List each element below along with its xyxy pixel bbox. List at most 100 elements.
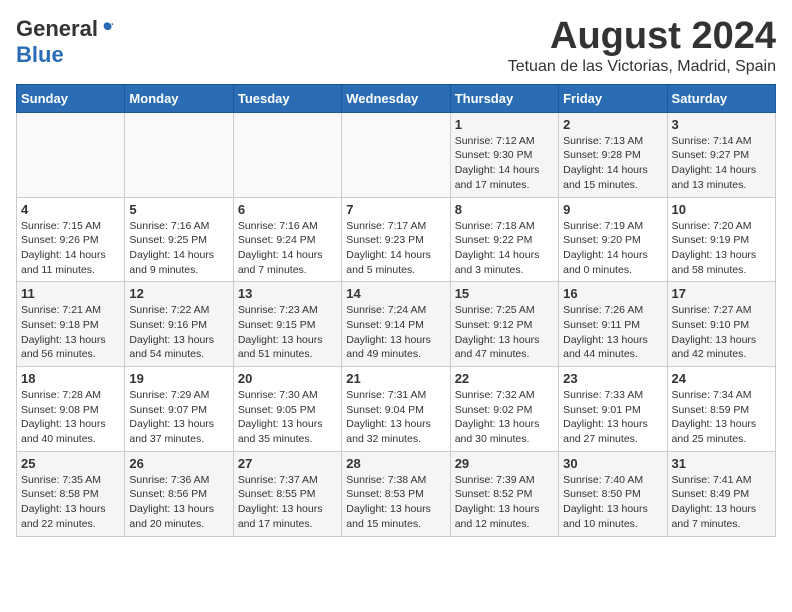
calendar-cell [17,112,125,197]
day-info: Sunrise: 7:26 AM Sunset: 9:11 PM Dayligh… [563,303,662,362]
day-number: 18 [21,371,120,386]
calendar-cell: 9 Sunrise: 7:19 AM Sunset: 9:20 PM Daylig… [559,197,667,282]
calendar-cell: 24 Sunrise: 7:34 AM Sunset: 8:59 PM Dayli… [667,367,775,452]
calendar-cell: 7 Sunrise: 7:17 AM Sunset: 9:23 PM Daylig… [342,197,450,282]
calendar-cell: 26 Sunrise: 7:36 AM Sunset: 8:56 PM Dayli… [125,451,233,536]
day-info: Sunrise: 7:33 AM Sunset: 9:01 PM Dayligh… [563,388,662,447]
day-number: 16 [563,286,662,301]
title-block: August 2024 Tetuan de las Victorias, Mad… [508,16,776,76]
day-info: Sunrise: 7:31 AM Sunset: 9:04 PM Dayligh… [346,388,445,447]
day-number: 22 [455,371,554,386]
calendar-cell: 22 Sunrise: 7:32 AM Sunset: 9:02 PM Dayli… [450,367,558,452]
day-info: Sunrise: 7:17 AM Sunset: 9:23 PM Dayligh… [346,219,445,278]
calendar-cell: 3 Sunrise: 7:14 AM Sunset: 9:27 PM Daylig… [667,112,775,197]
day-info: Sunrise: 7:21 AM Sunset: 9:18 PM Dayligh… [21,303,120,362]
day-info: Sunrise: 7:27 AM Sunset: 9:10 PM Dayligh… [672,303,771,362]
day-info: Sunrise: 7:38 AM Sunset: 8:53 PM Dayligh… [346,473,445,532]
day-number: 4 [21,202,120,217]
day-number: 7 [346,202,445,217]
calendar-cell: 27 Sunrise: 7:37 AM Sunset: 8:55 PM Dayli… [233,451,341,536]
weekday-header-thursday: Thursday [450,84,558,112]
day-info: Sunrise: 7:16 AM Sunset: 9:25 PM Dayligh… [129,219,228,278]
day-info: Sunrise: 7:37 AM Sunset: 8:55 PM Dayligh… [238,473,337,532]
week-row-5: 25Sunrise: 7:35 AM Sunset: 8:58 PM Dayli… [17,451,776,536]
week-row-4: 18 Sunrise: 7:28 AM Sunset: 9:08 PM Dayli… [17,367,776,452]
day-number: 13 [238,286,337,301]
day-info: Sunrise: 7:12 AM Sunset: 9:30 PM Dayligh… [455,134,554,193]
day-info: Sunrise: 7:32 AM Sunset: 9:02 PM Dayligh… [455,388,554,447]
day-info: Sunrise: 7:23 AM Sunset: 9:15 PM Dayligh… [238,303,337,362]
day-number: 24 [672,371,771,386]
day-info: Sunrise: 7:22 AM Sunset: 9:16 PM Dayligh… [129,303,228,362]
day-number: 14 [346,286,445,301]
day-info: Sunrise: 7:36 AM Sunset: 8:56 PM Dayligh… [129,473,228,532]
day-info: Sunrise: 7:29 AM Sunset: 9:07 PM Dayligh… [129,388,228,447]
logo: General Blue [16,16,114,68]
calendar-cell: 30 Sunrise: 7:40 AM Sunset: 8:50 PM Dayli… [559,451,667,536]
logo-general: General [16,16,98,42]
calendar-cell: 25Sunrise: 7:35 AM Sunset: 8:58 PM Dayli… [17,451,125,536]
calendar-body: 1 Sunrise: 7:12 AM Sunset: 9:30 PM Daylig… [17,112,776,536]
day-number: 27 [238,456,337,471]
day-info: Sunrise: 7:30 AM Sunset: 9:05 PM Dayligh… [238,388,337,447]
day-number: 26 [129,456,228,471]
week-row-1: 1 Sunrise: 7:12 AM Sunset: 9:30 PM Daylig… [17,112,776,197]
day-number: 2 [563,117,662,132]
calendar-cell: 8 Sunrise: 7:18 AM Sunset: 9:22 PM Daylig… [450,197,558,282]
calendar-cell: 2 Sunrise: 7:13 AM Sunset: 9:28 PM Daylig… [559,112,667,197]
day-info: Sunrise: 7:39 AM Sunset: 8:52 PM Dayligh… [455,473,554,532]
week-row-3: 11Sunrise: 7:21 AM Sunset: 9:18 PM Dayli… [17,282,776,367]
week-row-2: 4Sunrise: 7:15 AM Sunset: 9:26 PM Daylig… [17,197,776,282]
day-number: 29 [455,456,554,471]
day-info: Sunrise: 7:41 AM Sunset: 8:49 PM Dayligh… [672,473,771,532]
weekday-header-sunday: Sunday [17,84,125,112]
calendar-cell [125,112,233,197]
weekday-header-friday: Friday [559,84,667,112]
weekday-row: SundayMondayTuesdayWednesdayThursdayFrid… [17,84,776,112]
calendar-cell: 18 Sunrise: 7:28 AM Sunset: 9:08 PM Dayli… [17,367,125,452]
day-number: 8 [455,202,554,217]
day-number: 28 [346,456,445,471]
day-number: 23 [563,371,662,386]
logo-blue: Blue [16,42,64,67]
day-info: Sunrise: 7:40 AM Sunset: 8:50 PM Dayligh… [563,473,662,532]
calendar-cell: 4Sunrise: 7:15 AM Sunset: 9:26 PM Daylig… [17,197,125,282]
weekday-header-saturday: Saturday [667,84,775,112]
day-number: 5 [129,202,228,217]
day-number: 20 [238,371,337,386]
day-number: 15 [455,286,554,301]
calendar-cell: 31 Sunrise: 7:41 AM Sunset: 8:49 PM Dayli… [667,451,775,536]
day-number: 10 [672,202,771,217]
day-info: Sunrise: 7:20 AM Sunset: 9:19 PM Dayligh… [672,219,771,278]
calendar-cell: 15Sunrise: 7:25 AM Sunset: 9:12 PM Dayli… [450,282,558,367]
day-number: 6 [238,202,337,217]
day-info: Sunrise: 7:24 AM Sunset: 9:14 PM Dayligh… [346,303,445,362]
day-number: 9 [563,202,662,217]
calendar-cell [342,112,450,197]
calendar-cell: 19Sunrise: 7:29 AM Sunset: 9:07 PM Dayli… [125,367,233,452]
logo-bird-icon [100,21,114,35]
calendar-cell: 5 Sunrise: 7:16 AM Sunset: 9:25 PM Daylig… [125,197,233,282]
day-number: 30 [563,456,662,471]
calendar-cell: 16 Sunrise: 7:26 AM Sunset: 9:11 PM Dayli… [559,282,667,367]
calendar-cell [233,112,341,197]
page-header: General Blue August 2024 Tetuan de las V… [16,16,776,76]
day-info: Sunrise: 7:35 AM Sunset: 8:58 PM Dayligh… [21,473,120,532]
month-title: August 2024 [508,16,776,58]
day-info: Sunrise: 7:34 AM Sunset: 8:59 PM Dayligh… [672,388,771,447]
day-info: Sunrise: 7:13 AM Sunset: 9:28 PM Dayligh… [563,134,662,193]
day-number: 1 [455,117,554,132]
calendar-header: SundayMondayTuesdayWednesdayThursdayFrid… [17,84,776,112]
day-info: Sunrise: 7:14 AM Sunset: 9:27 PM Dayligh… [672,134,771,193]
calendar-cell: 10 Sunrise: 7:20 AM Sunset: 9:19 PM Dayli… [667,197,775,282]
calendar-cell: 23 Sunrise: 7:33 AM Sunset: 9:01 PM Dayli… [559,367,667,452]
day-info: Sunrise: 7:28 AM Sunset: 9:08 PM Dayligh… [21,388,120,447]
calendar-cell: 12 Sunrise: 7:22 AM Sunset: 9:16 PM Dayli… [125,282,233,367]
day-info: Sunrise: 7:19 AM Sunset: 9:20 PM Dayligh… [563,219,662,278]
day-number: 31 [672,456,771,471]
day-number: 3 [672,117,771,132]
day-info: Sunrise: 7:18 AM Sunset: 9:22 PM Dayligh… [455,219,554,278]
day-number: 21 [346,371,445,386]
calendar-cell: 14 Sunrise: 7:24 AM Sunset: 9:14 PM Dayli… [342,282,450,367]
day-number: 12 [129,286,228,301]
